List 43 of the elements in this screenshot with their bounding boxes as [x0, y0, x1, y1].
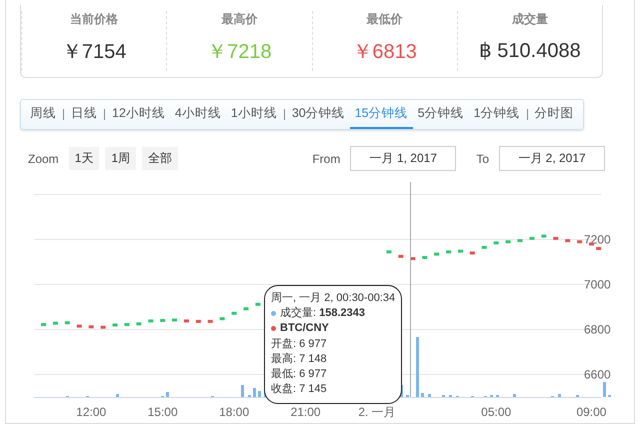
x-axis-label: 18:00: [219, 405, 250, 419]
x-axis-label: 09:00: [576, 405, 606, 419]
stat-label: 最低价: [366, 11, 403, 28]
stat-label: 成交量: [512, 11, 548, 28]
y-axis-label: 7200: [584, 232, 611, 246]
tooltip-title: 周一, 一月 2, 00:30-00:34: [271, 291, 396, 306]
tooltip-line: 最高: 7 148: [271, 352, 328, 367]
y-axis-label: 6800: [584, 322, 611, 336]
tooltip-series-text: 成交量: 158.2343: [280, 307, 366, 320]
tooltip-line: 收盘: 7 145: [271, 382, 328, 398]
stat-label: 最高价: [221, 11, 258, 28]
zoom-label: Zoom: [28, 152, 59, 166]
interval-tab[interactable]: 4小时线: [170, 100, 226, 129]
x-axis-label: 15:00: [148, 405, 178, 419]
interval-tab[interactable]: 周线: [25, 100, 61, 129]
interval-tab[interactable]: 5分钟线: [412, 100, 469, 129]
y-axis-label: 6600: [584, 368, 611, 382]
stat-label: 当前价格: [70, 11, 118, 28]
from-date-field[interactable]: 一月 1, 2017: [350, 146, 456, 171]
y-axis-label: 7000: [584, 278, 611, 292]
interval-tab[interactable]: 1小时线: [226, 100, 282, 129]
tooltip-line: 最低: 6 977: [271, 367, 328, 382]
stat-value: ￥6813: [352, 40, 417, 65]
x-axis-label: 21:00: [290, 405, 321, 419]
stat-value: ￥7154: [62, 40, 126, 65]
stat-value: ฿ 510.4088: [479, 39, 581, 63]
interval-tab[interactable]: 日线: [66, 100, 102, 129]
zoom-button[interactable]: 1天: [68, 147, 100, 170]
x-axis-label: 12:00: [76, 405, 106, 419]
zoom-button[interactable]: 1周: [105, 147, 136, 170]
interval-tab[interactable]: 12小时线: [107, 100, 170, 129]
tooltip-series-text: BTC/CNY: [280, 322, 329, 334]
stat-value: ￥7218: [207, 40, 272, 65]
zoom-button[interactable]: 全部: [142, 147, 178, 170]
x-axis-label: 2. 一月: [358, 405, 396, 419]
from-label: From: [312, 152, 340, 166]
interval-tab[interactable]: 分时图: [530, 100, 579, 129]
x-axis-label: 05:00: [481, 405, 512, 419]
interval-tab[interactable]: 1分钟线: [468, 100, 525, 129]
tooltip-line: 开盘: 6 977: [271, 336, 328, 352]
interval-tab[interactable]: 30分钟线: [286, 100, 350, 129]
to-label: To: [476, 152, 489, 166]
to-date-field[interactable]: 一月 2, 2017: [499, 146, 605, 171]
